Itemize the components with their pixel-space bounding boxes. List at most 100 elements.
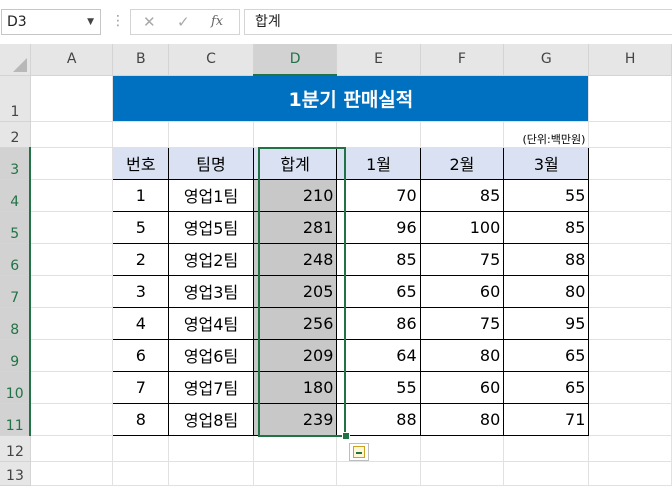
cell-e13[interactable] <box>336 461 421 486</box>
cell-d12[interactable] <box>253 435 338 462</box>
data-cell[interactable]: 60 <box>419 274 505 308</box>
cell-h4[interactable] <box>588 179 672 212</box>
cell-d13[interactable] <box>253 461 338 486</box>
header-cell-total[interactable]: 합계 <box>252 146 338 180</box>
cell-a1[interactable] <box>30 75 114 122</box>
data-cell[interactable]: 88 <box>336 402 421 436</box>
data-cell[interactable]: 88 <box>503 242 590 276</box>
cell-h13[interactable] <box>588 461 672 486</box>
cell-b2[interactable] <box>112 121 170 148</box>
data-cell[interactable]: 영업1팀 <box>168 178 254 212</box>
cell-a11[interactable] <box>30 403 114 436</box>
cell-b13[interactable] <box>112 461 170 486</box>
name-box[interactable]: D3 ▼ <box>1 9 101 35</box>
data-cell[interactable]: 80 <box>503 274 590 308</box>
row-header-6[interactable]: 6 <box>0 243 32 276</box>
data-cell[interactable]: 8 <box>112 402 170 436</box>
header-cell-mar[interactable]: 3월 <box>503 146 590 180</box>
insert-function-icon[interactable]: fx <box>211 13 223 31</box>
cell-a8[interactable] <box>30 307 114 340</box>
data-cell[interactable]: 영업5팀 <box>168 210 254 244</box>
data-cell[interactable]: 64 <box>336 338 421 372</box>
fill-handle[interactable] <box>342 432 350 440</box>
data-cell[interactable]: 100 <box>419 210 505 244</box>
cell-b12[interactable] <box>112 435 170 462</box>
data-cell[interactable]: 70 <box>336 178 421 212</box>
header-cell-jan[interactable]: 1월 <box>336 146 421 180</box>
cell-h3[interactable] <box>588 147 672 180</box>
drag-handle-icon[interactable]: ⋮ <box>111 13 125 29</box>
column-header-g[interactable]: G <box>503 44 590 76</box>
data-cell[interactable]: 5 <box>112 210 170 244</box>
data-cell[interactable]: 248 <box>252 242 338 276</box>
row-header-10[interactable]: 10 <box>0 371 32 404</box>
data-cell[interactable]: 2 <box>112 242 170 276</box>
data-cell[interactable]: 80 <box>419 338 505 372</box>
formula-input[interactable]: 합계 <box>244 9 672 35</box>
cell-h7[interactable] <box>588 275 672 308</box>
data-cell[interactable]: 7 <box>112 370 170 404</box>
cell-h1[interactable] <box>588 75 672 122</box>
column-header-b[interactable]: B <box>112 44 170 76</box>
cell-h11[interactable] <box>588 403 672 436</box>
column-header-a[interactable]: A <box>30 44 114 76</box>
column-header-f[interactable]: F <box>420 44 505 76</box>
cell-h2[interactable] <box>588 121 672 148</box>
row-header-12[interactable]: 12 <box>0 435 31 462</box>
data-cell[interactable]: 55 <box>336 370 421 404</box>
cell-a2[interactable] <box>30 121 114 148</box>
column-header-e[interactable]: E <box>336 44 421 76</box>
data-cell[interactable]: 71 <box>503 402 590 436</box>
cell-a5[interactable] <box>30 211 114 244</box>
data-cell[interactable]: 60 <box>419 370 505 404</box>
select-all-button[interactable] <box>0 44 31 76</box>
row-header-3[interactable]: 3 <box>0 147 32 180</box>
column-header-c[interactable]: C <box>168 44 254 76</box>
cell-h12[interactable] <box>588 435 672 462</box>
cell-a4[interactable] <box>30 179 114 212</box>
data-cell[interactable]: 65 <box>503 370 590 404</box>
cell-h8[interactable] <box>588 307 672 340</box>
column-header-d[interactable]: D <box>253 44 338 76</box>
cancel-icon[interactable]: ✕ <box>143 13 156 31</box>
data-cell[interactable]: 영업3팀 <box>168 274 254 308</box>
cell-d2[interactable] <box>253 121 338 148</box>
row-header-8[interactable]: 8 <box>0 307 32 340</box>
header-cell-feb[interactable]: 2월 <box>419 146 505 180</box>
data-cell[interactable]: 80 <box>419 402 505 436</box>
chevron-down-icon[interactable]: ▼ <box>87 10 94 34</box>
data-cell[interactable]: 6 <box>112 338 170 372</box>
data-cell[interactable]: 75 <box>419 242 505 276</box>
cell-c2[interactable] <box>168 121 254 148</box>
data-cell[interactable]: 3 <box>112 274 170 308</box>
cell-c12[interactable] <box>168 435 254 462</box>
data-cell[interactable]: 205 <box>252 274 338 308</box>
row-header-13[interactable]: 13 <box>0 461 31 486</box>
data-cell[interactable]: 영업8팀 <box>168 402 254 436</box>
cell-a10[interactable] <box>30 371 114 404</box>
cell-a9[interactable] <box>30 339 114 372</box>
data-cell[interactable]: 85 <box>336 242 421 276</box>
row-header-5[interactable]: 5 <box>0 211 32 244</box>
cell-a13[interactable] <box>30 461 114 486</box>
row-header-11[interactable]: 11 <box>0 403 32 436</box>
cell-h6[interactable] <box>588 243 672 276</box>
cell-g12[interactable] <box>503 435 590 462</box>
row-header-1[interactable]: 1 <box>0 75 31 122</box>
data-cell[interactable]: 영업2팀 <box>168 242 254 276</box>
data-cell[interactable]: 180 <box>252 370 338 404</box>
data-cell[interactable]: 65 <box>336 274 421 308</box>
cell-f13[interactable] <box>420 461 505 486</box>
cell-c13[interactable] <box>168 461 254 486</box>
cell-f2[interactable] <box>420 121 505 148</box>
header-cell-team[interactable]: 팀명 <box>168 146 254 180</box>
header-cell-number[interactable]: 번호 <box>112 146 170 180</box>
data-cell[interactable]: 55 <box>503 178 590 212</box>
data-cell[interactable]: 영업7팀 <box>168 370 254 404</box>
row-header-4[interactable]: 4 <box>0 179 32 212</box>
quick-analysis-button[interactable] <box>349 443 369 461</box>
data-cell[interactable]: 4 <box>112 306 170 340</box>
data-cell[interactable]: 256 <box>252 306 338 340</box>
cell-f12[interactable] <box>420 435 505 462</box>
column-header-h[interactable]: H <box>588 44 672 76</box>
